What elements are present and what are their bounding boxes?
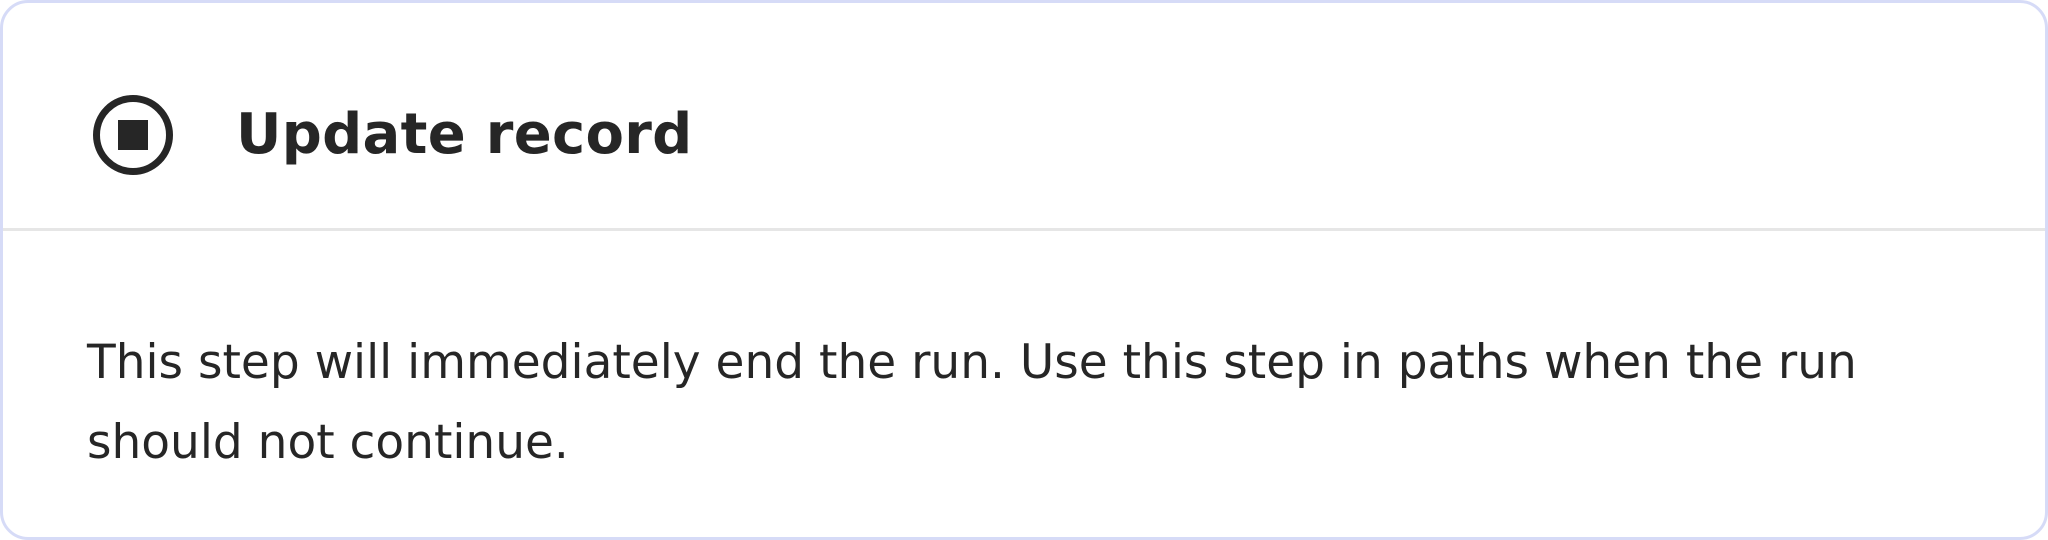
- stop-circle-icon: [93, 95, 173, 175]
- card-description: This step will immediately end the run. …: [87, 335, 1857, 470]
- stop-square: [118, 120, 148, 150]
- step-card: Update record This step will immediately…: [0, 0, 2048, 540]
- card-title: Update record: [236, 102, 693, 167]
- card-header: Update record: [3, 3, 2045, 231]
